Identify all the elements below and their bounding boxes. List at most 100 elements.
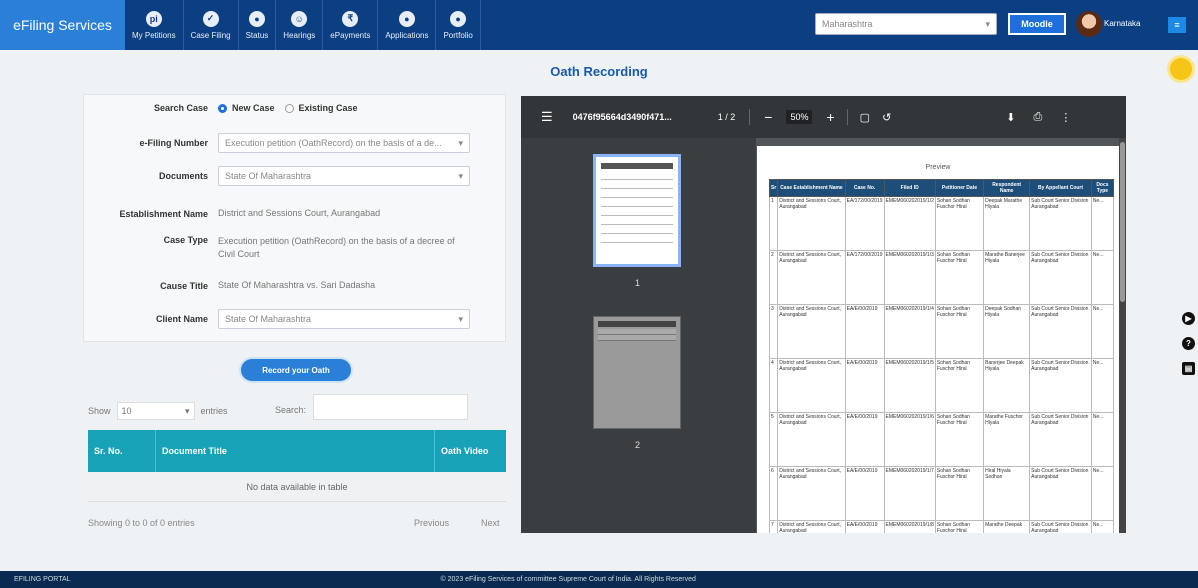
chevron-down-icon: ▾ <box>184 406 190 416</box>
nav-hearings[interactable]: ☺ Hearings <box>276 0 324 50</box>
thumbnail-number-1: 1 <box>635 278 641 288</box>
pdf-col-header: Respondent Name <box>983 179 1031 197</box>
datatable-length: Show 10 ▾ entries <box>88 402 228 420</box>
pdf-table-row: 4 District and Sessions Court, Aurangabad… <box>768 358 1115 413</box>
page-indicator[interactable]: 1 / 2 <box>718 112 736 122</box>
petitions-icon: pi <box>145 10 162 27</box>
documents-select[interactable]: State Of Maharashtra ▾ <box>218 166 470 186</box>
pdf-cell: 6 <box>768 466 779 521</box>
toolbar-divider <box>749 109 751 125</box>
pdf-cell: Marathe Deepak <box>983 520 1031 533</box>
rupee-icon: ₹ <box>342 10 359 27</box>
nav-epayments[interactable]: ₹ ePayments <box>323 0 379 50</box>
pdf-col-header: By Appellant Court <box>1029 179 1092 197</box>
pdf-cell: EA/E/00/2019 <box>844 520 885 533</box>
zoom-out-icon[interactable]: − <box>764 109 772 125</box>
pdf-cell: Sohan Sodhan Fuschor Hiral <box>934 466 985 521</box>
nav-portfolio[interactable]: ● Portfolio <box>436 0 481 50</box>
pdf-toolbar: ☰ 0476f95664d3490f471... 1 / 2 − 50% + ▢… <box>521 96 1126 138</box>
thumbnail-page-2[interactable] <box>593 316 681 429</box>
fit-page-icon[interactable]: ▢ <box>860 111 870 124</box>
hamburger-menu-icon[interactable]: ☰ <box>541 109 553 125</box>
pdf-cell: EA/E/00/2019 <box>844 412 885 467</box>
pdf-cell: EMEM060202019/1/6 <box>883 412 936 467</box>
pdf-cell: District and Sessions Court, Aurangabad <box>777 304 846 359</box>
username[interactable]: Karnataka <box>1104 19 1140 28</box>
chevron-down-icon: ▾ <box>458 171 463 181</box>
brand-logo[interactable]: eFiling Services <box>0 0 125 50</box>
nav-status[interactable]: ● Status <box>239 0 277 50</box>
table-search-input[interactable] <box>313 394 468 420</box>
pdf-cell: Ne... <box>1090 250 1115 305</box>
pdf-cell: District and Sessions Court, Aurangabad <box>777 520 846 533</box>
pdf-cell: Sub Court Senior Division Aurangabad <box>1029 466 1092 521</box>
pdf-cell: EA/172/00/2019 <box>844 196 885 251</box>
toolbar-divider <box>846 109 848 125</box>
pdf-table-row: 7 District and Sessions Court, Aurangabad… <box>768 520 1115 533</box>
pdf-cell: Sohan Sodhan Fuschor Hiral <box>934 196 985 251</box>
pdf-cell: District and Sessions Court, Aurangabad <box>777 466 846 521</box>
establishment-name-label: Establishment Name <box>119 208 208 219</box>
record-oath-button[interactable]: Record your Oath <box>241 359 351 381</box>
moodle-button[interactable]: Moodle <box>1008 13 1066 35</box>
efiling-number-select[interactable]: Execution petition (OathRecord) on the b… <box>218 133 470 153</box>
pdf-cell: EA/172/00/2019 <box>844 250 885 305</box>
download-icon[interactable]: ⬇ <box>1006 111 1015 124</box>
theme-toggle-icon[interactable] <box>1170 58 1192 80</box>
establishment-select[interactable]: Maharashtra ▾ <box>815 13 997 35</box>
col-oath-video[interactable]: Oath Video <box>435 430 506 472</box>
entries-select[interactable]: 10 ▾ <box>116 402 195 420</box>
radio-new-case[interactable]: New Case <box>218 103 275 113</box>
document-icon[interactable]: ▤ <box>1182 362 1195 375</box>
pdf-table-row: 1 District and Sessions Court, Aurangabad… <box>768 196 1115 251</box>
pdf-cell: Sohan Sodhan Fuschor Hiral <box>934 358 985 413</box>
col-document-title[interactable]: Document Title <box>156 430 435 472</box>
zoom-in-icon[interactable]: + <box>826 109 834 125</box>
pdf-cell: District and Sessions Court, Aurangabad <box>777 250 846 305</box>
pdf-cell: District and Sessions Court, Aurangabad <box>777 196 846 251</box>
case-search-panel: Search Case New Case Existing Case e-Fil… <box>83 94 506 342</box>
client-name-select[interactable]: State Of Maharashtra ▾ <box>218 309 470 329</box>
thumb-lines <box>598 329 676 341</box>
establishment-name-value: District and Sessions Court, Aurangabad <box>218 208 381 218</box>
help-icon[interactable]: ? <box>1182 337 1195 350</box>
next-page-button[interactable]: Next <box>481 518 500 528</box>
pdf-page-heading: Preview <box>925 164 951 171</box>
search-label: Search: <box>275 405 307 415</box>
cause-title-value: State Of Maharashtra vs. Sari Dadasha <box>218 280 376 290</box>
pdf-cell: 1 <box>768 196 779 251</box>
nav-my-petitions[interactable]: pi My Petitions <box>125 0 184 50</box>
thumb-lines <box>601 171 673 251</box>
avatar[interactable] <box>1076 11 1102 37</box>
oath-table: Sr. No. Document Title Oath Video No dat… <box>88 430 506 502</box>
pdf-cell: Deepak Sodhan Hiyala <box>983 304 1031 359</box>
documents-label: Documents <box>158 171 208 181</box>
scroll-thumb[interactable] <box>1120 142 1125 302</box>
efiling-number-label: e-Filing Number <box>139 138 208 148</box>
pdf-cell: EMEM060202019/1/7 <box>883 466 936 521</box>
menu-icon[interactable]: ≡ <box>1168 17 1186 33</box>
nav-applications[interactable]: ● Applications <box>378 0 437 50</box>
pdf-cell: Ne... <box>1090 466 1115 521</box>
col-sr-no[interactable]: Sr. No. <box>88 430 156 472</box>
pdf-cell: EMEM060202019/1/4 <box>883 304 936 359</box>
thumbnail-page-1[interactable] <box>593 154 681 267</box>
radio-existing-case[interactable]: Existing Case <box>284 103 358 113</box>
nav-case-filing[interactable]: ✓ Case Filing <box>184 0 239 50</box>
play-icon[interactable]: ▶ <box>1182 312 1195 325</box>
floating-actions: ▶ ? ▤ <box>1182 312 1195 375</box>
pdf-table-row: 2 District and Sessions Court, Aurangabad… <box>768 250 1115 305</box>
table-info: Showing 0 to 0 of 0 entries <box>88 518 195 528</box>
prev-page-button[interactable]: Previous <box>414 518 449 528</box>
pdf-table-row: 6 District and Sessions Court, Aurangabad… <box>768 466 1115 521</box>
pdf-cell: EA/E/00/2019 <box>844 358 885 413</box>
pdf-cell: Sub Court Senior Division Aurangabad <box>1029 250 1092 305</box>
pdf-cell: Sub Court Senior Division Aurangabad <box>1029 412 1092 467</box>
pdf-col-header: Docs Type <box>1090 179 1115 197</box>
print-icon[interactable]: ⎙ <box>1034 111 1043 124</box>
zoom-level[interactable]: 50% <box>786 110 813 124</box>
more-options-icon[interactable]: ⋮ <box>1060 111 1071 124</box>
thumbnail-number-2: 2 <box>635 440 641 450</box>
pdf-scrollbar[interactable] <box>1119 138 1126 533</box>
rotate-icon[interactable]: ↺ <box>882 111 891 124</box>
